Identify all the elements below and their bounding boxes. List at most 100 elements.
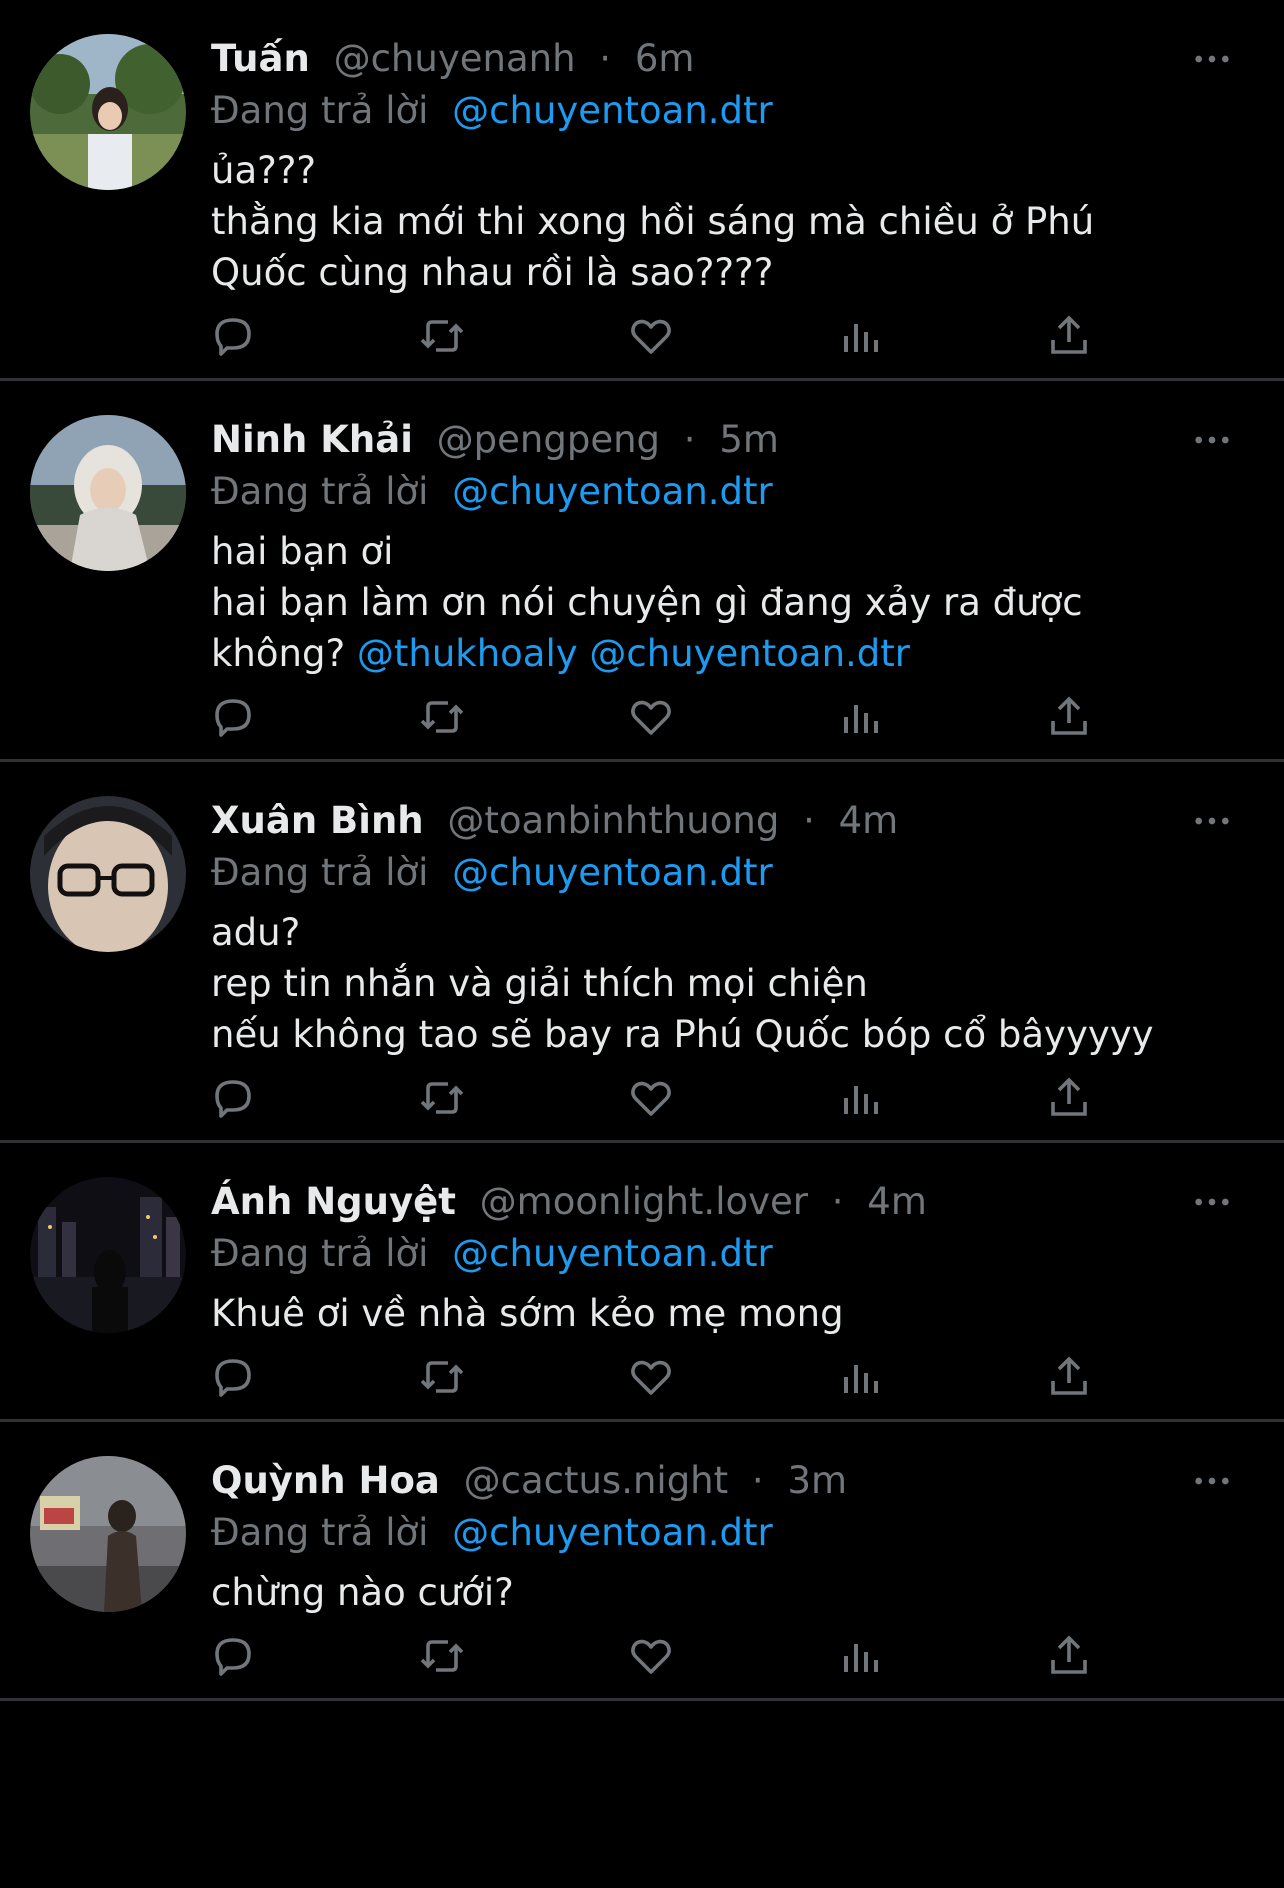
- retweet-button[interactable]: [418, 679, 627, 759]
- avatar[interactable]: [30, 1456, 186, 1612]
- action-bar: [209, 679, 1254, 759]
- more-horizontal-icon[interactable]: [1182, 1455, 1242, 1507]
- tweet-text-line: nếu không tao sẽ bay ra Phú Quốc bóp cổ …: [211, 1009, 1254, 1060]
- retweet-button[interactable]: [418, 298, 627, 378]
- display-name[interactable]: Ánh Nguyệt: [211, 1180, 456, 1223]
- retweet-button[interactable]: [418, 1339, 627, 1419]
- tweet-text-segment: ủa???: [211, 149, 317, 192]
- tweet-text-line: adu?: [211, 907, 1254, 958]
- bar-chart-icon: [836, 693, 884, 745]
- replying-to-label: Đang trả lời: [211, 470, 429, 513]
- reply-tweet[interactable]: Xuân Bình @toanbinhthuong · 4m Đang trả …: [0, 762, 1284, 1143]
- more-horizontal-icon[interactable]: [1182, 414, 1242, 466]
- tweet-text-segment: nếu không tao sẽ bay ra Phú Quốc bóp cổ …: [211, 1013, 1154, 1056]
- share-button[interactable]: [1045, 298, 1254, 378]
- share-button[interactable]: [1045, 1339, 1254, 1419]
- share-upload-icon: [1045, 1632, 1093, 1684]
- mention-link[interactable]: @chuyentoan.dtr: [589, 632, 910, 675]
- tweet-content: Ánh Nguyệt @moonlight.lover · 4m Đang tr…: [211, 1176, 1254, 1419]
- reply-button[interactable]: [209, 679, 418, 759]
- avatar[interactable]: [30, 34, 186, 190]
- replying-to-label: Đang trả lời: [211, 1232, 429, 1275]
- avatar[interactable]: [30, 1177, 186, 1333]
- like-button[interactable]: [627, 1339, 836, 1419]
- tweet-text-line: hai bạn làm ơn nói chuyện gì đang xảy ra…: [211, 577, 1254, 628]
- views-button[interactable]: [836, 1339, 1045, 1419]
- reply-button[interactable]: [209, 298, 418, 378]
- user-handle[interactable]: @cactus.night: [464, 1459, 729, 1502]
- views-button[interactable]: [836, 298, 1045, 378]
- replying-to-mention[interactable]: @chuyentoan.dtr: [452, 470, 773, 513]
- avatar[interactable]: [30, 796, 186, 952]
- reply-tweet[interactable]: Ninh Khải @pengpeng · 5m Đang trả lời @c…: [0, 381, 1284, 762]
- more-horizontal-icon[interactable]: [1182, 1176, 1242, 1228]
- tweet-text-segment: không?: [211, 632, 357, 675]
- tweet-content: Ninh Khải @pengpeng · 5m Đang trả lời @c…: [211, 414, 1254, 759]
- timestamp[interactable]: 4m: [867, 1180, 927, 1223]
- replying-to-mention[interactable]: @chuyentoan.dtr: [452, 1511, 773, 1554]
- tweet-text-line: chừng nào cưới?: [211, 1567, 1254, 1618]
- avatar[interactable]: [30, 415, 186, 571]
- tweet-text-line: thằng kia mới thi xong hồi sáng mà chiều…: [211, 196, 1254, 247]
- like-button[interactable]: [627, 298, 836, 378]
- timestamp[interactable]: 4m: [839, 799, 899, 842]
- bar-chart-icon: [836, 312, 884, 364]
- retweet-button[interactable]: [418, 1618, 627, 1698]
- user-handle[interactable]: @moonlight.lover: [480, 1180, 808, 1223]
- tweet-text-segment: [578, 632, 590, 675]
- separator-dot: ·: [831, 1180, 844, 1223]
- display-name[interactable]: Xuân Bình: [211, 799, 424, 842]
- timestamp[interactable]: 3m: [787, 1459, 847, 1502]
- timestamp[interactable]: 6m: [635, 37, 695, 80]
- share-button[interactable]: [1045, 1060, 1254, 1140]
- reply-button[interactable]: [209, 1060, 418, 1140]
- replying-to-mention[interactable]: @chuyentoan.dtr: [452, 1232, 773, 1275]
- reply-tweet[interactable]: Quỳnh Hoa @cactus.night · 3m Đang trả lờ…: [0, 1422, 1284, 1701]
- replying-to-label: Đang trả lời: [211, 1511, 429, 1554]
- separator-dot: ·: [599, 37, 612, 80]
- share-upload-icon: [1045, 312, 1093, 364]
- like-button[interactable]: [627, 679, 836, 759]
- replying-to-mention[interactable]: @chuyentoan.dtr: [452, 851, 773, 894]
- replying-to: Đang trả lời @chuyentoan.dtr: [211, 1507, 1254, 1559]
- reply-feed: Tuấn @chuyenanh · 6m Đang trả lời @chuye…: [0, 0, 1284, 1888]
- mention-link[interactable]: @thukhoaly: [357, 632, 578, 675]
- share-button[interactable]: [1045, 679, 1254, 759]
- timestamp[interactable]: 5m: [719, 418, 779, 461]
- heart-icon: [627, 693, 675, 745]
- retweet-icon: [418, 693, 466, 745]
- replying-to-mention[interactable]: @chuyentoan.dtr: [452, 89, 773, 132]
- retweet-icon: [418, 1074, 466, 1126]
- reply-bubble-icon: [209, 693, 257, 745]
- more-horizontal-icon[interactable]: [1182, 795, 1242, 847]
- share-button[interactable]: [1045, 1618, 1254, 1698]
- reply-tweet[interactable]: Tuấn @chuyenanh · 6m Đang trả lời @chuye…: [0, 0, 1284, 381]
- more-horizontal-icon[interactable]: [1182, 33, 1242, 85]
- tweet-text-segment: rep tin nhắn và giải thích mọi chiện: [211, 962, 868, 1005]
- reply-tweet[interactable]: Ánh Nguyệt @moonlight.lover · 4m Đang tr…: [0, 1143, 1284, 1422]
- reply-button[interactable]: [209, 1339, 418, 1419]
- user-handle[interactable]: @pengpeng: [437, 418, 660, 461]
- views-button[interactable]: [836, 679, 1045, 759]
- replying-to: Đang trả lời @chuyentoan.dtr: [211, 466, 1254, 518]
- like-button[interactable]: [627, 1618, 836, 1698]
- retweet-icon: [418, 312, 466, 364]
- display-name[interactable]: Ninh Khải: [211, 418, 413, 461]
- user-handle[interactable]: @chuyenanh: [334, 37, 576, 80]
- user-handle[interactable]: @toanbinhthuong: [447, 799, 779, 842]
- replying-to-label: Đang trả lời: [211, 89, 429, 132]
- separator-dot: ·: [683, 418, 696, 461]
- like-button[interactable]: [627, 1060, 836, 1140]
- tweet-content: Xuân Bình @toanbinhthuong · 4m Đang trả …: [211, 795, 1254, 1140]
- tweet-text-segment: Khuê ơi về nhà sớm kẻo mẹ mong: [211, 1292, 844, 1335]
- views-button[interactable]: [836, 1060, 1045, 1140]
- tweet-text-segment: chừng nào cưới?: [211, 1571, 514, 1614]
- tweet-text-line: Khuê ơi về nhà sớm kẻo mẹ mong: [211, 1288, 1254, 1339]
- display-name[interactable]: Quỳnh Hoa: [211, 1459, 440, 1502]
- retweet-button[interactable]: [418, 1060, 627, 1140]
- action-bar: [209, 298, 1254, 378]
- views-button[interactable]: [836, 1618, 1045, 1698]
- tweet-header: Ninh Khải @pengpeng · 5m: [211, 414, 1254, 466]
- reply-button[interactable]: [209, 1618, 418, 1698]
- display-name[interactable]: Tuấn: [211, 37, 310, 80]
